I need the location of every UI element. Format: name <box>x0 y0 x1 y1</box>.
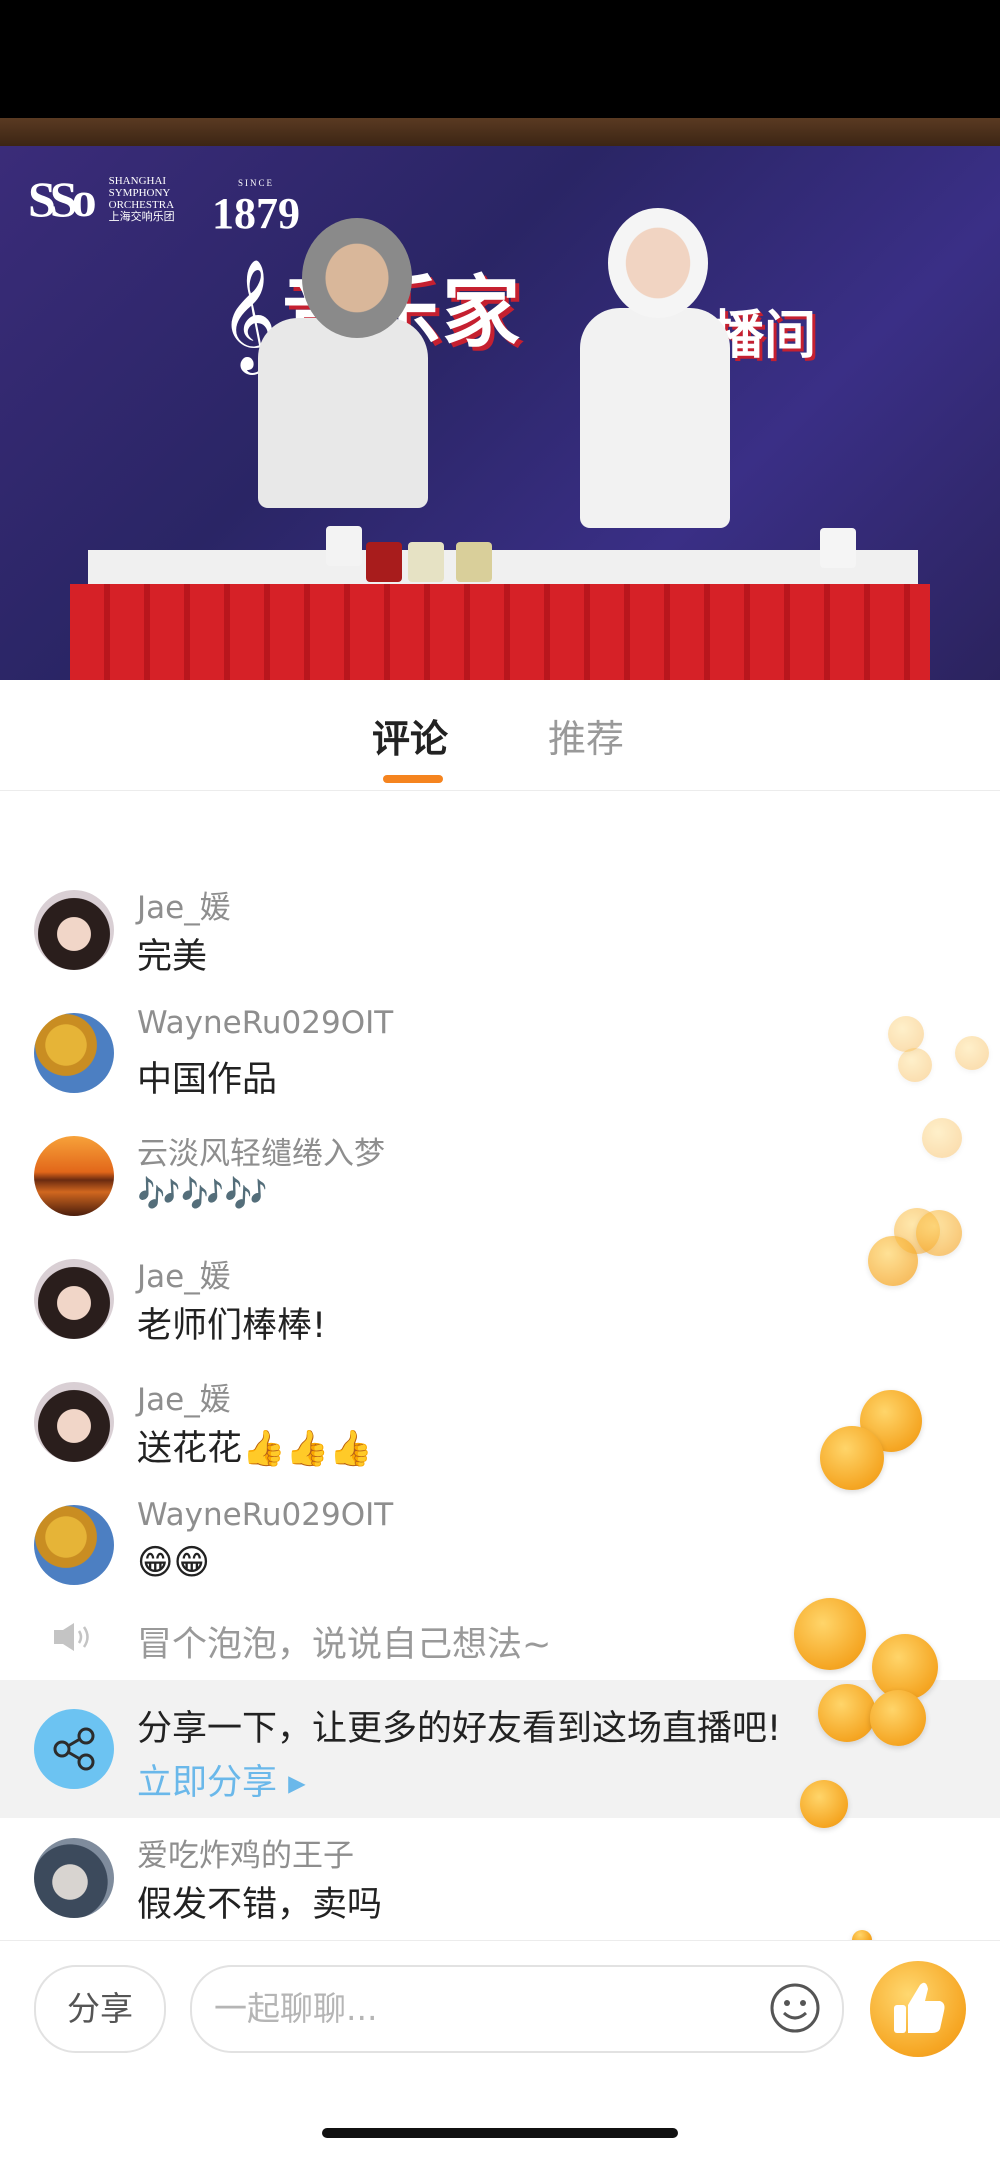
avatar[interactable] <box>34 1259 114 1339</box>
avatar[interactable] <box>34 890 114 970</box>
comment-text: 完美 <box>137 937 208 977</box>
floating-like-icon <box>898 1048 932 1082</box>
comment-text: 老师们棒棒! <box>137 1306 327 1346</box>
floating-like-icon <box>870 1690 926 1746</box>
status-bar-area <box>0 0 1000 118</box>
comment-item: Jae_媛 完美 <box>0 880 1000 998</box>
avatar[interactable] <box>34 1838 114 1918</box>
floating-like-icon <box>922 1118 962 1158</box>
comment-text: 🎶🎶🎶 <box>137 1175 268 1215</box>
mug <box>366 542 402 582</box>
orchestra-logo-mark: SSo <box>28 171 97 227</box>
floating-like-icon <box>955 1036 989 1070</box>
comment-username[interactable]: 云淡风轻缱绻入梦 <box>137 1128 385 1173</box>
comment-item: 云淡风轻缱绻入梦 🎶🎶🎶 <box>0 1126 1000 1244</box>
smiley-icon[interactable] <box>768 1981 822 2035</box>
mug <box>408 542 444 582</box>
mug <box>456 542 492 582</box>
since-year: 1879 <box>212 189 300 238</box>
tab-comments[interactable]: 评论 <box>372 708 448 763</box>
tab-active-indicator <box>383 775 443 783</box>
comment-username[interactable]: WayneRu029OIT <box>137 1005 393 1041</box>
orchestra-name-en: SHANGHAI SYMPHONY ORCHESTRA <box>108 175 175 211</box>
presenter-left-head <box>302 218 412 338</box>
mug <box>326 526 362 566</box>
like-button[interactable] <box>870 1961 966 2057</box>
comment-prompt-text: 冒个泡泡，说说自己想法~ <box>137 1625 552 1665</box>
share-button[interactable]: 分享 <box>34 1965 166 2053</box>
speaker-icon <box>54 1623 89 1651</box>
comment-text: 假发不错，卖吗 <box>137 1885 383 1925</box>
comment-item: 爱吃炸鸡的王子 假发不错，卖吗 <box>0 1828 1000 1946</box>
comment-username[interactable]: WayneRu029OIT <box>137 1497 393 1533</box>
comment-item: WayneRu029OIT 😁😁 <box>0 1495 1000 1613</box>
avatar[interactable] <box>34 1136 114 1216</box>
comment-text: 😁😁 <box>137 1543 210 1583</box>
floating-like-icon <box>916 1210 962 1256</box>
avatar[interactable] <box>34 1505 114 1585</box>
floating-like-icon <box>800 1780 848 1828</box>
comment-username[interactable]: Jae_媛 <box>137 882 231 927</box>
avatar[interactable] <box>34 1013 114 1093</box>
since-badge: SINCE 1879 <box>212 178 300 239</box>
comment-text: 送花花👍👍👍 <box>137 1429 373 1469</box>
presenter-left <box>258 318 428 508</box>
thumbs-up-icon <box>894 1982 945 2033</box>
live-video-player[interactable]: SSo SHANGHAI SYMPHONY ORCHESTRA 上海交响乐团 S… <box>0 118 1000 680</box>
floating-like-icon <box>820 1426 884 1490</box>
floating-like-icon <box>868 1236 918 1286</box>
avatar[interactable] <box>34 1382 114 1462</box>
comment-item: WayneRu029OIT 中国作品 <box>0 1003 1000 1121</box>
home-indicator <box>322 2128 678 2138</box>
mug <box>820 528 856 568</box>
floating-like-icon <box>818 1684 876 1742</box>
red-tablecloth <box>70 584 930 680</box>
share-nodes-icon <box>34 1709 114 1789</box>
comment-text: 中国作品 <box>137 1060 278 1100</box>
chat-input[interactable] <box>212 1977 756 2039</box>
orchestra-logo: SSo SHANGHAI SYMPHONY ORCHESTRA 上海交响乐团 <box>28 170 189 228</box>
share-banner-text: 分享一下，让更多的好友看到这场直播吧! <box>137 1709 782 1749</box>
stage-top-edge <box>0 118 1000 146</box>
table-surface <box>88 550 918 588</box>
presenter-right <box>580 308 730 528</box>
floating-like-icon <box>888 1016 924 1052</box>
comment-item: Jae_媛 老师们棒棒! <box>0 1249 1000 1367</box>
comment-username[interactable]: 爱吃炸鸡的王子 <box>137 1830 354 1875</box>
orchestra-name-zh: 上海交响乐团 <box>108 211 175 223</box>
share-now-link[interactable]: 立即分享 ▸ <box>137 1754 306 1805</box>
chat-input-container <box>190 1965 844 2053</box>
tab-bar: 评论 推荐 <box>0 680 1000 791</box>
floating-like-icon <box>794 1598 866 1670</box>
presenter-right-head <box>608 208 708 318</box>
tab-recommend[interactable]: 推荐 <box>548 708 624 763</box>
since-label: SINCE <box>237 178 274 188</box>
comment-username[interactable]: Jae_媛 <box>137 1251 231 1296</box>
comment-username[interactable]: Jae_媛 <box>137 1374 231 1419</box>
